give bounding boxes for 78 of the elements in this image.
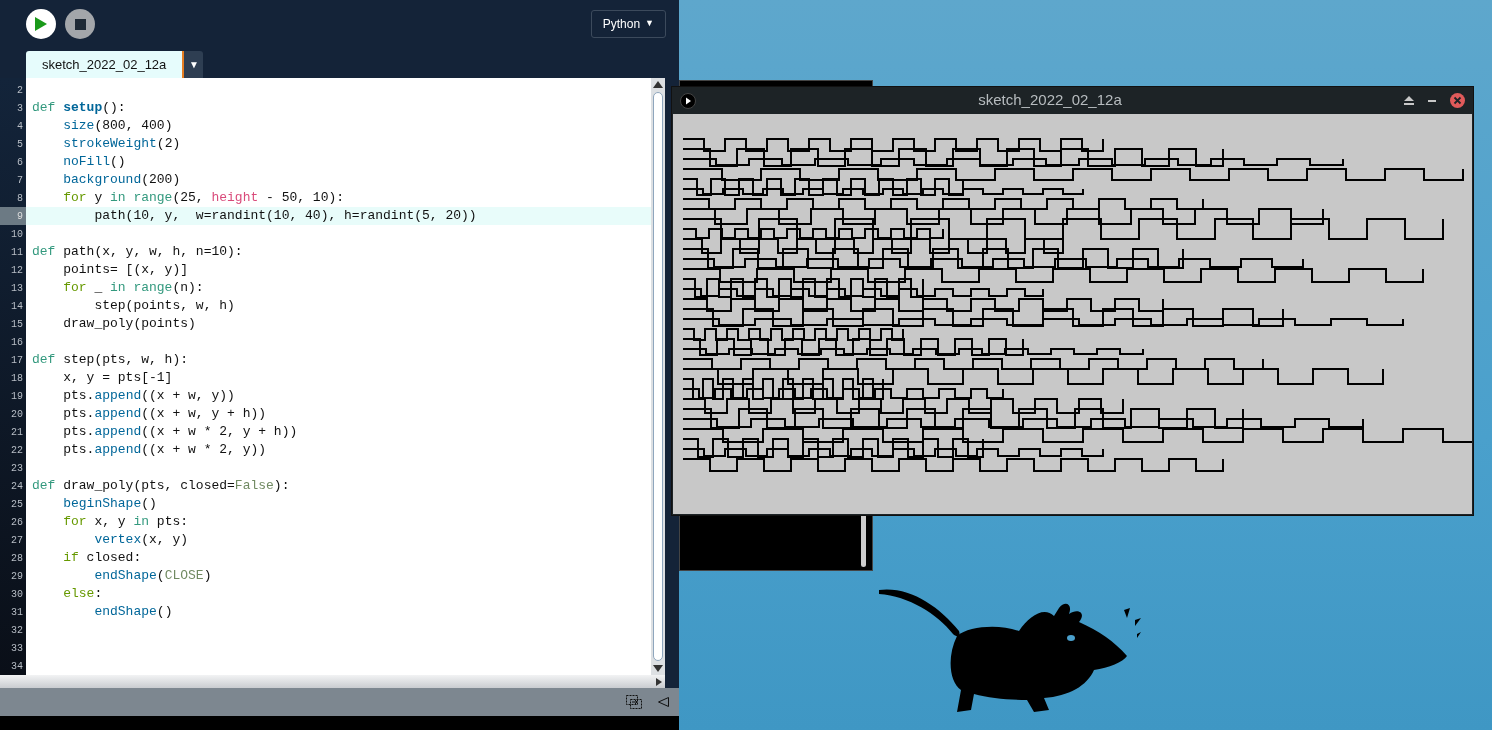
code-line: else:: [62, 585, 103, 603]
code-line: pts.append((x + w * 2, y + h)): [62, 423, 298, 441]
console-icon[interactable]: [626, 695, 642, 709]
line-number: 13: [11, 281, 23, 296]
line-number: 34: [11, 659, 23, 674]
code-line: def setup():: [32, 99, 126, 117]
code-line: def path(x, y, w, h, n=10):: [32, 243, 243, 261]
mode-label: Python: [602, 16, 641, 33]
dropdown-arrow: ▼: [645, 17, 654, 31]
code-line: beginShape(): [62, 495, 157, 513]
code-line: strokeWeight(2): [62, 135, 181, 153]
vertical-scrollbar[interactable]: [651, 78, 665, 675]
line-number: 30: [11, 587, 23, 602]
line-number: 15: [11, 317, 23, 332]
line-number: 9: [17, 209, 23, 224]
line-number: 16: [11, 335, 23, 350]
scrollbar-thumb[interactable]: [653, 92, 663, 661]
line-number: 4: [17, 119, 23, 134]
stop-icon: [74, 18, 86, 30]
line-number: 2: [17, 83, 23, 98]
horizontal-scrollbar[interactable]: [0, 675, 665, 688]
line-number: 25: [11, 497, 23, 512]
line-number: 18: [11, 371, 23, 386]
minimize-icon[interactable]: [1428, 99, 1436, 102]
code-line: step(points, w, h): [93, 297, 235, 315]
code-line: endShape(): [93, 603, 173, 621]
code-line: if closed:: [62, 549, 142, 567]
code-line: noFill(): [62, 153, 126, 171]
line-number: 22: [11, 443, 23, 458]
line-number: 12: [11, 263, 23, 278]
code-line: for x, y in pts:: [62, 513, 189, 531]
line-number: 24: [11, 479, 23, 494]
line-number: 11: [11, 245, 23, 260]
line-number: 26: [11, 515, 23, 530]
line-number: 6: [17, 155, 23, 170]
code-line: for y in range(25, height - 50, 10):: [62, 189, 345, 207]
collapse-triangle-icon[interactable]: [658, 697, 669, 707]
line-number: 5: [17, 137, 23, 152]
line-number: 3: [17, 101, 23, 116]
line-number: 33: [11, 641, 23, 656]
line-number: 7: [17, 173, 23, 188]
line-number: 17: [11, 353, 23, 368]
line-number: 29: [11, 569, 23, 584]
code-line: endShape(CLOSE): [93, 567, 212, 585]
code-line: vertex(x, y): [93, 531, 189, 549]
tab-menu-button[interactable]: ▼: [184, 51, 204, 78]
code-line: x, y = pts[-1]: [62, 369, 173, 387]
line-number: 23: [11, 461, 23, 476]
code-line: for _ in range(n):: [62, 279, 204, 297]
code-line: path(10, y, w=randint(10, 40), h=randint(5, 20)): [93, 207, 477, 225]
code-line: size(800, 400): [62, 117, 173, 135]
code-line: background(200): [62, 171, 181, 189]
run-button[interactable]: [26, 9, 56, 39]
line-number: 28: [11, 551, 23, 566]
line-number: 10: [11, 227, 23, 242]
editor-tab[interactable]: sketch_2022_02_12a: [26, 51, 185, 78]
code-line: def draw_poly(pts, closed=False):: [32, 477, 290, 495]
code-line: pts.append((x + w * 2, y)): [62, 441, 267, 459]
code-line: pts.append((x + w, y + h)): [62, 405, 267, 423]
line-number: 14: [11, 299, 23, 314]
close-icon[interactable]: [1450, 93, 1465, 108]
line-number: 32: [11, 623, 23, 638]
line-number: 21: [11, 425, 23, 440]
line-number: 19: [11, 389, 23, 404]
window-title: sketch_2022_02_12a: [977, 90, 1123, 111]
code-line: points= [(x, y)]: [62, 261, 189, 279]
line-number: 27: [11, 533, 23, 548]
code-line: def step(pts, w, h):: [32, 351, 189, 369]
eject-icon[interactable]: [1404, 96, 1414, 105]
stop-button[interactable]: [65, 9, 95, 39]
app-icon: [680, 92, 696, 109]
line-number: 31: [11, 605, 23, 620]
code-line: pts.append((x + w, y)): [62, 387, 235, 405]
line-number: 8: [17, 191, 23, 206]
mode-dropdown[interactable]: Python ▼: [590, 10, 666, 38]
code-line: draw_poly(points): [62, 315, 196, 333]
line-number: 20: [11, 407, 23, 422]
play-icon: [35, 17, 47, 31]
